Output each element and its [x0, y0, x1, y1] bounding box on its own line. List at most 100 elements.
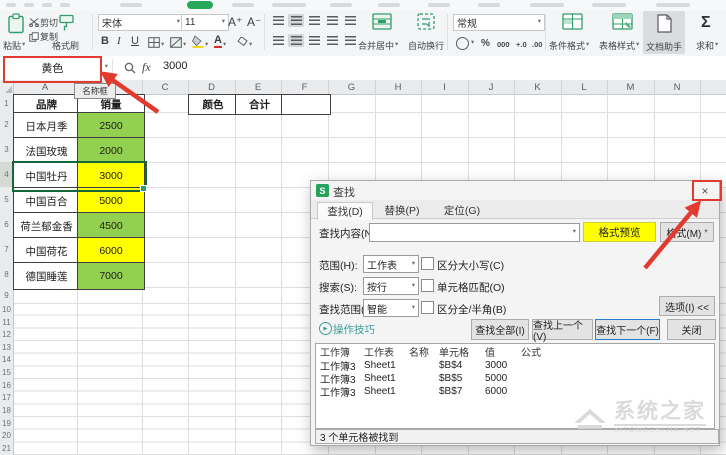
bold-button[interactable]: B: [101, 35, 109, 47]
italic-button[interactable]: I: [117, 35, 121, 47]
doc-assistant-button[interactable]: 文档助手: [643, 11, 685, 54]
shrink-font-button[interactable]: A⁻: [247, 15, 261, 29]
format-painter-button[interactable]: 格式刷: [52, 39, 79, 52]
name-box-dropdown-icon[interactable]: ▾: [105, 64, 108, 71]
column-header-D[interactable]: D: [188, 80, 236, 94]
fx-icon[interactable]: fx: [142, 60, 151, 75]
column-header-H[interactable]: H: [375, 80, 422, 94]
fill-handle[interactable]: [140, 185, 147, 192]
find-what-input[interactable]: ▾: [369, 223, 580, 242]
percent-format-button[interactable]: %: [481, 38, 490, 49]
column-header-I[interactable]: I: [421, 80, 469, 94]
look-in-select[interactable]: 智能▾: [363, 299, 419, 317]
fill-color-button[interactable]: ▾: [192, 35, 208, 48]
cell-A7[interactable]: 中国荷花: [13, 237, 80, 265]
match-cell-checkbox[interactable]: [421, 279, 434, 292]
number-format-select[interactable]: 常规▾: [453, 14, 545, 31]
align-bottom-button[interactable]: [306, 14, 322, 27]
cell-E1[interactable]: 合计: [235, 94, 284, 115]
format-preview-button[interactable]: 格式预览: [583, 222, 656, 242]
column-header-J[interactable]: J: [468, 80, 515, 94]
match-case-checkbox[interactable]: [421, 257, 434, 270]
formula-bar-value[interactable]: 3000: [163, 60, 187, 72]
clear-format-button[interactable]: ▾: [236, 37, 252, 48]
column-header-E[interactable]: E: [235, 80, 282, 94]
column-header-M[interactable]: M: [607, 80, 655, 94]
shading-button[interactable]: ▾: [170, 37, 186, 48]
increase-decimal-button[interactable]: +.0: [516, 40, 527, 49]
result-row[interactable]: 工作簿3Sheet1 $B$4 3000: [316, 359, 714, 372]
font-size-select[interactable]: 11▾: [181, 14, 229, 31]
dialog-titlebar[interactable]: S 查找 ×: [311, 181, 719, 200]
table-style-icon[interactable]: [612, 13, 633, 30]
row-header-7[interactable]: 7: [0, 237, 14, 263]
column-header-N[interactable]: N: [654, 80, 701, 94]
search-select[interactable]: 按行▾: [363, 277, 419, 295]
row-header-9[interactable]: 9: [0, 287, 14, 304]
close-button[interactable]: 关闭: [667, 319, 716, 340]
cell-F1[interactable]: [281, 94, 331, 115]
autosum-label-button[interactable]: 求和▾: [696, 39, 718, 52]
format-painter-icon[interactable]: [58, 14, 75, 33]
align-middle-button[interactable]: [288, 14, 304, 27]
font-name-select[interactable]: 宋体▾: [98, 14, 184, 31]
find-next-button[interactable]: 查找下一个(F): [595, 319, 660, 340]
decrease-decimal-button[interactable]: .00: [532, 40, 542, 49]
cell-B2[interactable]: 2500: [77, 112, 145, 140]
row-header-8[interactable]: 8: [0, 262, 14, 288]
merge-center-icon[interactable]: [372, 13, 392, 30]
align-center-button[interactable]: [288, 34, 304, 47]
row-header-20[interactable]: 20: [0, 429, 14, 443]
row-header-15[interactable]: 15: [0, 366, 14, 380]
format-button[interactable]: 格式(M)▾: [660, 222, 714, 242]
cell-B6[interactable]: 4500: [77, 212, 145, 240]
font-color-button[interactable]: A ▾: [214, 35, 226, 48]
row-header-17[interactable]: 17: [0, 391, 14, 405]
justify-button[interactable]: [324, 34, 340, 47]
range-select[interactable]: 工作表▾: [363, 255, 419, 273]
decrease-indent-button[interactable]: [324, 14, 340, 27]
paste-icon[interactable]: [7, 13, 25, 34]
wrap-text-button[interactable]: 自动换行: [408, 39, 444, 52]
conditional-format-icon[interactable]: [562, 13, 583, 30]
currency-format-button[interactable]: ▾: [456, 37, 474, 50]
cell-A6[interactable]: 荷兰郁金香: [13, 212, 80, 240]
full-half-width-checkbox[interactable]: [421, 301, 434, 314]
align-left-button[interactable]: [270, 34, 286, 47]
column-header-L[interactable]: L: [561, 80, 608, 94]
results-list[interactable]: 工作簿 工作表 名称 单元格 值 公式 工作簿3Sheet1 $B$4 3000…: [315, 343, 715, 429]
conditional-format-button[interactable]: 条件格式▾: [549, 39, 589, 52]
row-header-12[interactable]: 12: [0, 328, 14, 342]
increase-indent-button[interactable]: [342, 14, 358, 27]
grow-font-button[interactable]: A⁺: [228, 15, 242, 29]
options-button[interactable]: 选项(I) <<: [659, 296, 715, 316]
find-all-button[interactable]: 查找全部(I): [471, 319, 529, 340]
thousands-format-button[interactable]: 000: [497, 40, 510, 49]
row-header-10[interactable]: 10: [0, 303, 14, 317]
autosum-button[interactable]: Σ: [701, 14, 711, 32]
cell-D1[interactable]: 颜色: [188, 94, 238, 115]
row-header-2[interactable]: 2: [0, 112, 14, 138]
underline-button[interactable]: U: [131, 35, 139, 47]
cell-A8[interactable]: 德国睡莲: [13, 262, 80, 290]
align-right-button[interactable]: [306, 34, 322, 47]
row-header-21[interactable]: 21: [0, 442, 14, 455]
tab-replace[interactable]: 替换(P): [375, 202, 429, 219]
tab-find[interactable]: 查找(D): [317, 202, 373, 220]
cell-A2[interactable]: 日本月季: [13, 112, 80, 140]
search-function-icon[interactable]: [124, 62, 136, 74]
row-header-1[interactable]: 1: [0, 94, 14, 113]
table-style-button[interactable]: 表格样式▾: [599, 39, 639, 52]
column-header-G[interactable]: G: [328, 80, 376, 94]
row-header-18[interactable]: 18: [0, 404, 14, 418]
merge-center-button[interactable]: 合并居中▾: [358, 39, 398, 52]
row-header-3[interactable]: 3: [0, 137, 14, 163]
tips-link[interactable]: 操作技巧: [333, 322, 375, 337]
result-row[interactable]: 工作簿3Sheet1 $B$5 5000: [316, 372, 714, 385]
column-header-C[interactable]: C: [142, 80, 189, 94]
wrap-text-icon[interactable]: [417, 13, 435, 30]
cell-B7[interactable]: 6000: [77, 237, 145, 265]
paste-button[interactable]: 粘贴▾: [3, 39, 25, 52]
find-prev-button[interactable]: 查找上一个(V): [532, 319, 593, 340]
cell-B8[interactable]: 7000: [77, 262, 145, 290]
